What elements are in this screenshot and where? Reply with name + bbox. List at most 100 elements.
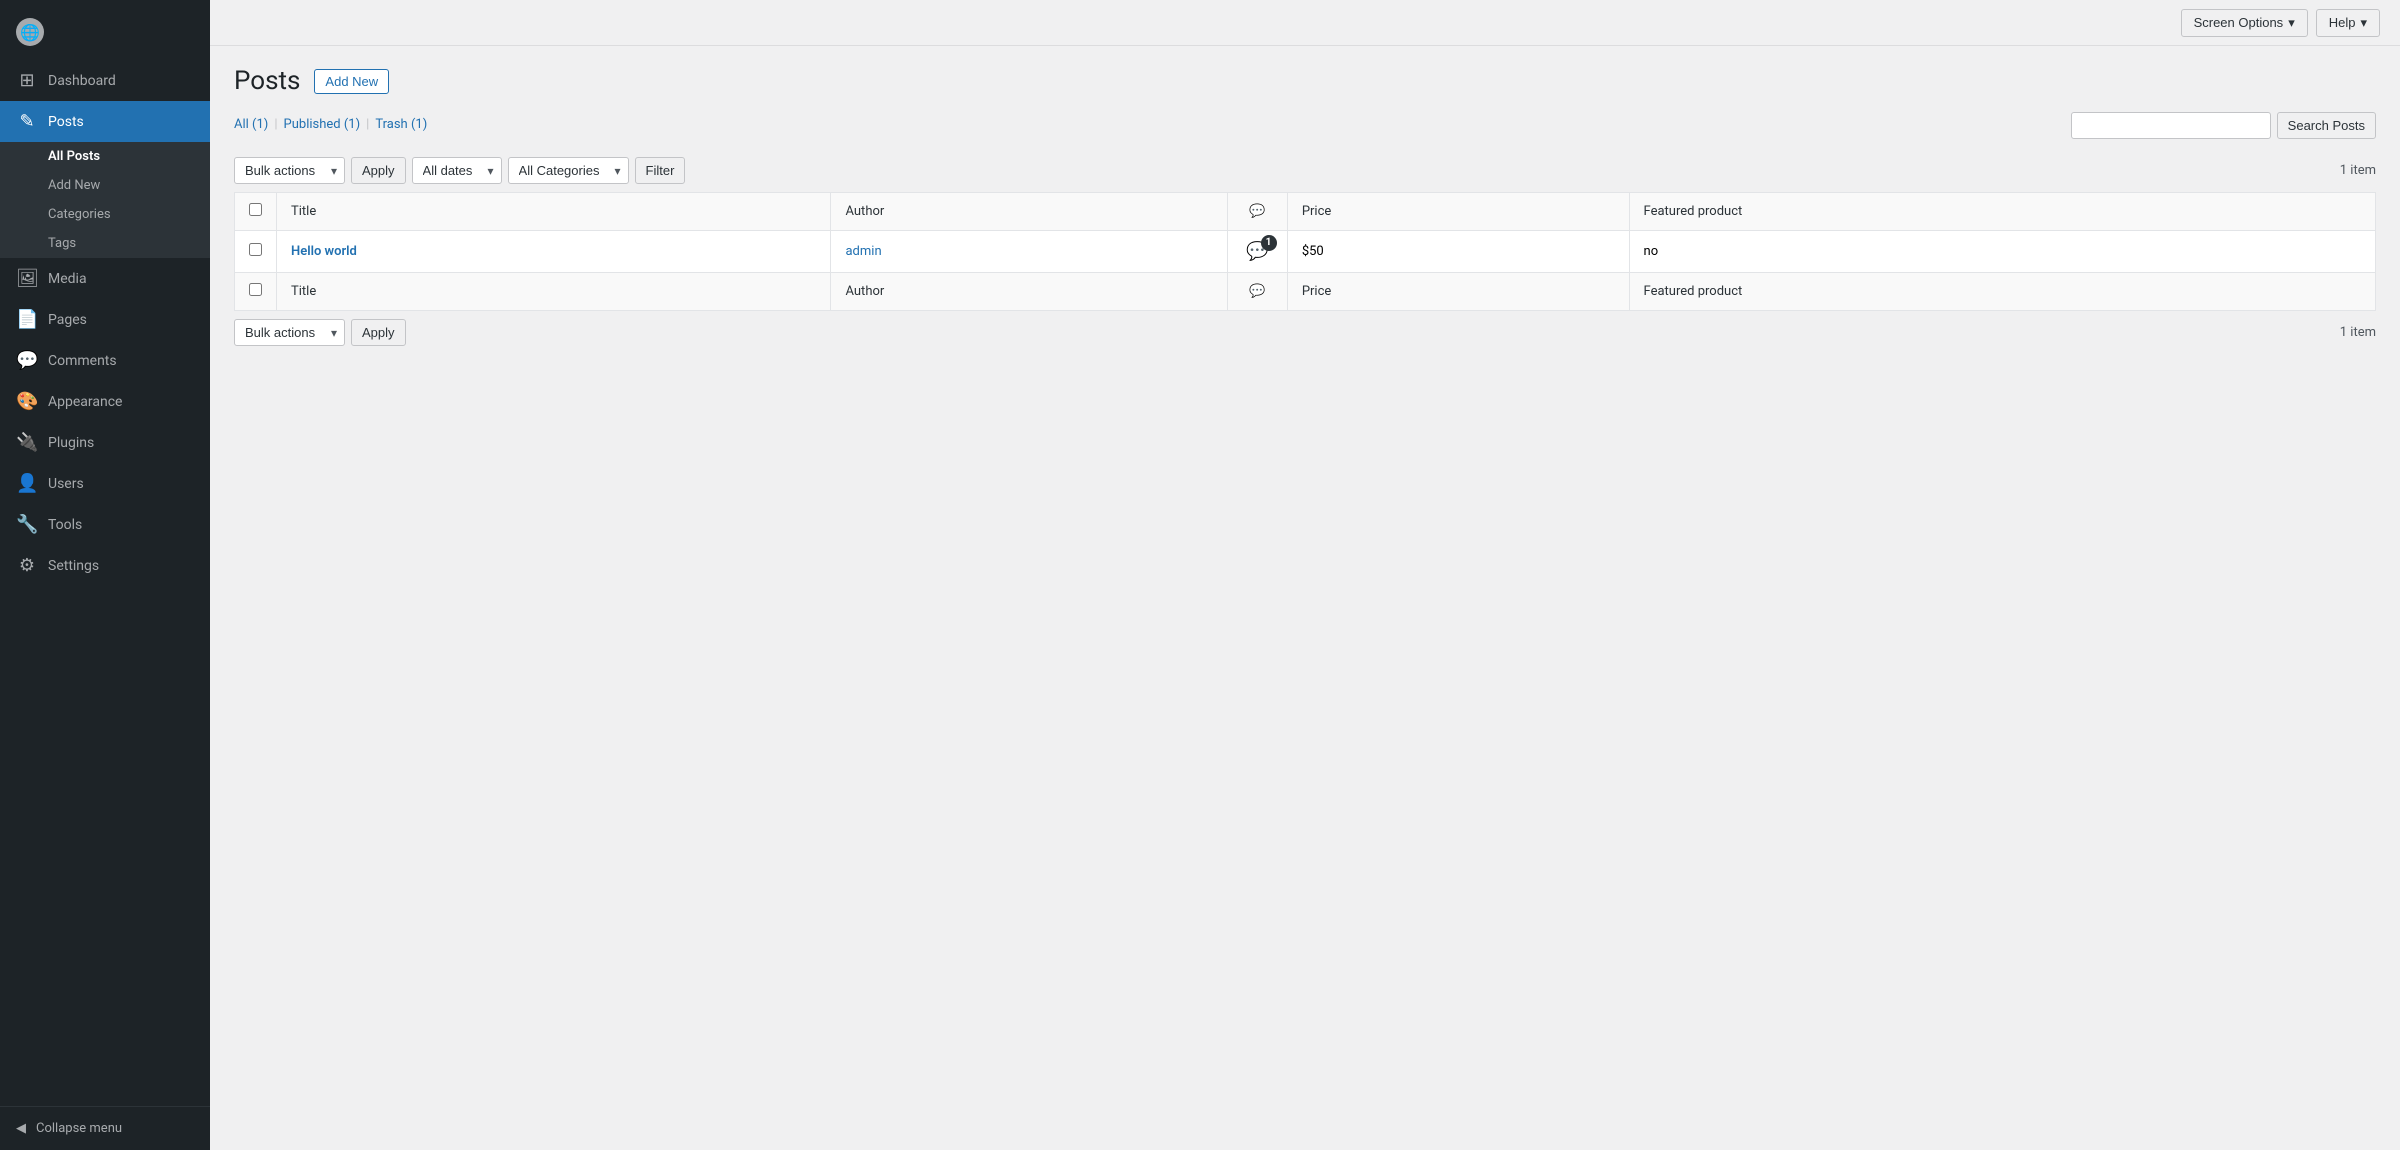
add-new-button[interactable]: Add New bbox=[314, 69, 389, 94]
screen-options-chevron-icon: ▾ bbox=[2288, 15, 2295, 31]
footer-price: Price bbox=[1287, 273, 1629, 311]
help-label: Help bbox=[2329, 15, 2356, 30]
submenu-all-posts[interactable]: All Posts bbox=[0, 142, 210, 171]
posts-icon: ✎ bbox=[16, 111, 38, 132]
footer-checkbox-cell bbox=[235, 273, 277, 311]
row-featured-cell: no bbox=[1629, 231, 2375, 273]
sidebar-item-tools[interactable]: 🔧 Tools bbox=[0, 504, 210, 545]
footer-featured: Featured product bbox=[1629, 273, 2375, 311]
all-categories-select[interactable]: All Categories bbox=[508, 157, 629, 184]
content-area: Posts Add New All (1) | Published (1) | … bbox=[210, 46, 2400, 1150]
filter-tabs: All (1) | Published (1) | Trash (1) bbox=[234, 117, 427, 132]
sidebar-item-settings[interactable]: ⚙ Settings bbox=[0, 545, 210, 586]
tab-all[interactable]: All (1) bbox=[234, 117, 268, 132]
header-author: Author bbox=[831, 193, 1227, 231]
tab-published[interactable]: Published (1) bbox=[284, 117, 361, 132]
top-filter-bar: Bulk actions Apply All dates All Categor… bbox=[234, 157, 2376, 184]
sidebar-item-appearance[interactable]: 🎨 Appearance bbox=[0, 381, 210, 422]
header-title[interactable]: Title bbox=[277, 193, 831, 231]
row-checkbox[interactable] bbox=[249, 243, 262, 256]
bulk-actions-bottom-wrap: Bulk actions bbox=[234, 319, 345, 346]
select-all-checkbox[interactable] bbox=[249, 203, 262, 216]
bulk-actions-bottom-select[interactable]: Bulk actions bbox=[234, 319, 345, 346]
row-comment-cell: 💬 1 bbox=[1227, 231, 1287, 273]
posts-submenu: All Posts Add New Categories Tags bbox=[0, 142, 210, 258]
sidebar-item-posts[interactable]: ✎ Posts bbox=[0, 101, 210, 142]
comments-header-icon: 💬 bbox=[1249, 204, 1265, 219]
table-header-row: Title Author 💬 Price Featured product bbox=[235, 193, 2376, 231]
bulk-actions-top-wrap: Bulk actions bbox=[234, 157, 345, 184]
main-content: Screen Options ▾ Help ▾ Posts Add New Al… bbox=[210, 0, 2400, 1150]
sidebar: 🌐 ⊞ Dashboard ✎ Posts All Posts Add New … bbox=[0, 0, 210, 1150]
submenu-add-new[interactable]: Add New bbox=[0, 171, 210, 200]
search-input[interactable] bbox=[2071, 112, 2271, 139]
sidebar-label-appearance: Appearance bbox=[48, 394, 122, 410]
collapse-menu-label: Collapse menu bbox=[36, 1121, 122, 1136]
topbar: Screen Options ▾ Help ▾ bbox=[210, 0, 2400, 46]
collapse-menu-button[interactable]: ◀ Collapse menu bbox=[0, 1106, 210, 1150]
sep1: | bbox=[274, 117, 277, 132]
footer-comments-icon: 💬 bbox=[1249, 284, 1265, 299]
header-checkbox-cell bbox=[235, 193, 277, 231]
header-price: Price bbox=[1287, 193, 1629, 231]
sidebar-label-media: Media bbox=[48, 271, 87, 287]
comment-bubble: 💬 1 bbox=[1246, 241, 1268, 262]
page-title: Posts bbox=[234, 66, 300, 96]
row-price-cell: $50 bbox=[1287, 231, 1629, 273]
row-author-cell: admin bbox=[831, 231, 1227, 273]
sidebar-label-posts: Posts bbox=[48, 114, 84, 130]
sidebar-item-users[interactable]: 👤 Users bbox=[0, 463, 210, 504]
sep2: | bbox=[366, 117, 369, 132]
tab-trash[interactable]: Trash (1) bbox=[375, 117, 427, 132]
search-area: Search Posts bbox=[2071, 112, 2376, 139]
items-count-top: 1 item bbox=[2340, 163, 2376, 178]
sidebar-item-pages[interactable]: 📄 Pages bbox=[0, 299, 210, 340]
footer-select-all-checkbox[interactable] bbox=[249, 283, 262, 296]
table-footer-row: Title Author 💬 Price Featured product bbox=[235, 273, 2376, 311]
sidebar-item-media[interactable]: 🖼 Media bbox=[0, 258, 210, 299]
filter-button[interactable]: Filter bbox=[635, 157, 686, 184]
sidebar-label-pages: Pages bbox=[48, 312, 87, 328]
help-button[interactable]: Help ▾ bbox=[2316, 9, 2380, 37]
row-title-cell: Hello world bbox=[277, 231, 831, 273]
submenu-tags[interactable]: Tags bbox=[0, 229, 210, 258]
posts-table: Title Author 💬 Price Featured product bbox=[234, 192, 2376, 311]
sidebar-label-settings: Settings bbox=[48, 558, 99, 574]
submenu-categories[interactable]: Categories bbox=[0, 200, 210, 229]
bottom-controls: Bulk actions Apply 1 item bbox=[234, 319, 2376, 346]
apply-bottom-button[interactable]: Apply bbox=[351, 319, 406, 346]
author-link[interactable]: admin bbox=[845, 244, 881, 259]
all-dates-select[interactable]: All dates bbox=[412, 157, 502, 184]
sidebar-item-dashboard[interactable]: ⊞ Dashboard bbox=[0, 60, 210, 101]
collapse-arrow-icon: ◀ bbox=[16, 1121, 26, 1136]
sidebar-item-plugins[interactable]: 🔌 Plugins bbox=[0, 422, 210, 463]
row-checkbox-cell bbox=[235, 231, 277, 273]
table-row: Hello world admin 💬 1 $50 no bbox=[235, 231, 2376, 273]
screen-options-button[interactable]: Screen Options ▾ bbox=[2181, 9, 2308, 37]
footer-author: Author bbox=[831, 273, 1227, 311]
comment-badge: 1 bbox=[1261, 235, 1277, 251]
pages-icon: 📄 bbox=[16, 309, 38, 330]
plugins-icon: 🔌 bbox=[16, 432, 38, 453]
screen-options-label: Screen Options bbox=[2194, 15, 2284, 30]
tools-icon: 🔧 bbox=[16, 514, 38, 535]
search-posts-button[interactable]: Search Posts bbox=[2277, 112, 2376, 139]
wordpress-icon: 🌐 bbox=[16, 18, 44, 46]
bulk-actions-top-select[interactable]: Bulk actions bbox=[234, 157, 345, 184]
sidebar-label-comments: Comments bbox=[48, 353, 117, 369]
sidebar-logo: 🌐 bbox=[0, 0, 210, 60]
sidebar-label-tools: Tools bbox=[48, 517, 82, 533]
appearance-icon: 🎨 bbox=[16, 391, 38, 412]
post-title-link[interactable]: Hello world bbox=[291, 244, 357, 259]
footer-title[interactable]: Title bbox=[277, 273, 831, 311]
help-chevron-icon: ▾ bbox=[2360, 15, 2367, 31]
sidebar-item-comments[interactable]: 💬 Comments bbox=[0, 340, 210, 381]
footer-comments: 💬 bbox=[1227, 273, 1287, 311]
sidebar-label-users: Users bbox=[48, 476, 84, 492]
settings-icon: ⚙ bbox=[16, 555, 38, 576]
apply-top-button[interactable]: Apply bbox=[351, 157, 406, 184]
all-dates-wrap: All dates bbox=[412, 157, 502, 184]
media-icon: 🖼 bbox=[16, 268, 38, 289]
sidebar-label-plugins: Plugins bbox=[48, 435, 94, 451]
dashboard-icon: ⊞ bbox=[16, 70, 38, 91]
